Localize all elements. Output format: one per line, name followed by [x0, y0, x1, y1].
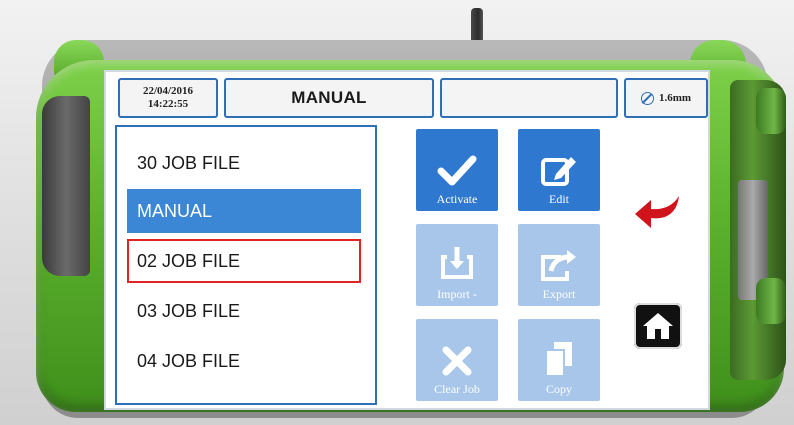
- home-icon: [643, 313, 673, 339]
- export-icon: [541, 250, 576, 281]
- copy-icon: [545, 342, 572, 377]
- measurement-text: 1.6mm: [658, 92, 692, 104]
- date-text: 22/04/2016: [142, 85, 194, 97]
- measurement-display: 1.6mm: [624, 78, 708, 118]
- time-text: 14:22:55: [147, 98, 189, 110]
- status-bar: 22/04/2016 14:22:55 MANUAL 1.6mm: [112, 78, 708, 122]
- mode-display: MANUAL: [224, 78, 434, 118]
- back-arrow-icon[interactable]: [633, 192, 683, 232]
- list-item-04-job-file[interactable]: 04 JOB FILE: [127, 339, 361, 383]
- device-clamp-left: [42, 96, 90, 276]
- activate-label: Activate: [436, 192, 478, 206]
- clear-job-label: Clear Job: [434, 382, 480, 396]
- list-item-03-job-file[interactable]: 03 JOB FILE: [127, 289, 361, 333]
- clear-job-button[interactable]: Clear Job: [416, 319, 498, 401]
- mode-text: MANUAL: [291, 88, 367, 107]
- clear-icon: [442, 346, 472, 376]
- diameter-icon: [640, 91, 654, 105]
- list-item-manual[interactable]: MANUAL: [127, 189, 361, 233]
- status-field-blank: [440, 78, 618, 118]
- job-file-list: 30 JOB FILE MANUAL 02 JOB FILE 03 JOB FI…: [115, 125, 377, 405]
- device-knob-bottom: [756, 278, 786, 324]
- device-knob-top: [756, 88, 786, 134]
- edit-label: Edit: [549, 192, 569, 206]
- home-button[interactable]: [634, 303, 682, 349]
- copy-label: Copy: [545, 382, 572, 396]
- datetime-display: 22/04/2016 14:22:55: [118, 78, 218, 118]
- check-icon: [437, 155, 477, 186]
- activate-button[interactable]: Activate: [416, 129, 498, 211]
- import-label: Import -: [437, 287, 477, 301]
- import-button[interactable]: Import -: [416, 224, 498, 306]
- copy-button[interactable]: Copy: [518, 319, 600, 401]
- import-icon: [441, 247, 473, 279]
- export-label: Export: [542, 287, 576, 301]
- list-item-30-job-file[interactable]: 30 JOB FILE: [127, 141, 361, 185]
- edit-button[interactable]: Edit: [518, 129, 600, 211]
- edit-icon: [541, 157, 576, 186]
- device-screen: 22/04/2016 14:22:55 MANUAL 1.6mm 30 JOB …: [104, 70, 710, 410]
- export-button[interactable]: Export: [518, 224, 600, 306]
- list-item-02-job-file[interactable]: 02 JOB FILE: [127, 239, 361, 283]
